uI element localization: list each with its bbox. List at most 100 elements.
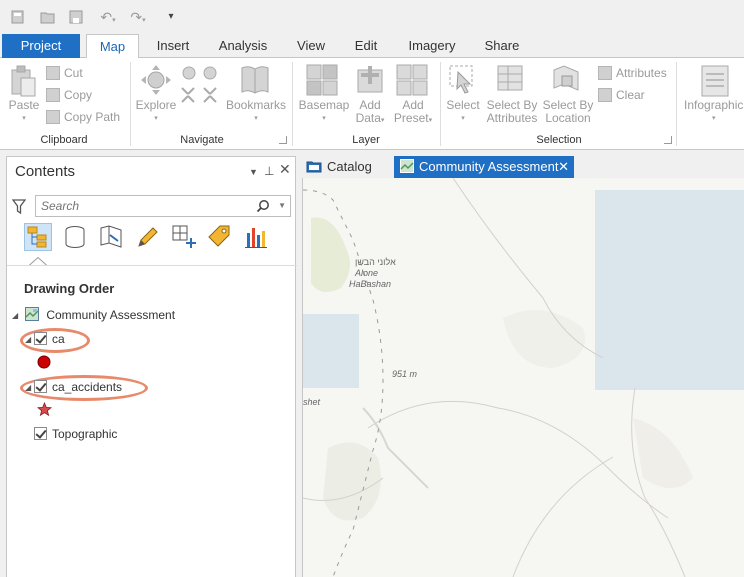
search-input[interactable] [36,196,236,216]
pane-options-icon[interactable]: ▼ [249,167,258,177]
infographics-button[interactable]: Infographic ▾ [684,99,744,125]
map-view[interactable]: אלוני הבשן Alone HaBashan 951 m shet [302,178,744,577]
tab-analysis[interactable]: Analysis [210,34,276,58]
tab-view[interactable]: View [286,34,336,58]
place-label: Alone [355,268,379,278]
layer-group-label: Layer [352,134,380,146]
map-tab-label: Community Assessment [419,159,559,174]
save-project-icon[interactable] [68,9,84,25]
basemap-button[interactable]: Basemap ▾ [296,99,352,125]
place-label: HaBashan [349,279,392,289]
clear-selection-button[interactable]: Clear [598,86,645,104]
select-by-attributes-icon [497,65,523,91]
new-project-icon[interactable] [10,9,26,25]
add-preset-icon [396,64,428,96]
red-circle-symbol-icon[interactable] [37,355,51,369]
layer-row-topographic[interactable]: Topographic [34,425,117,443]
layer-row-ca-accidents[interactable]: ca_accidents [34,378,122,396]
navigate-launcher-icon[interactable] [279,136,287,144]
layer-name: Topographic [52,427,118,441]
list-by-source-icon[interactable] [61,223,89,251]
visibility-checkbox[interactable] [34,380,47,393]
topographic-basemap [303,178,744,577]
list-by-drawing-order-icon[interactable] [24,223,52,251]
elevation-label: 951 m [392,369,418,379]
redo-icon[interactable]: ↷▾ [124,9,152,25]
selection-launcher-icon[interactable] [664,136,672,144]
list-by-selection-icon[interactable] [97,223,125,251]
cut-label: Cut [64,66,83,80]
attributes-label: Attributes [616,66,667,80]
pin-icon[interactable]: ⊥ [264,164,274,178]
tab-map[interactable]: Map [86,34,139,59]
close-icon[interactable]: ✕ [279,161,291,178]
add-data-label-2: Data [355,111,381,125]
place-label: shet [303,397,321,407]
tab-catalog[interactable]: Catalog [306,156,388,178]
explore-icon [141,65,171,95]
explore-label: Explore [135,98,177,112]
layer-name: ca_accidents [52,380,123,394]
zoom-tools-icon[interactable] [180,64,222,106]
contents-pane: Contents ▼ ⊥ ✕ ▼ Drawing Order ◢ Communi… [6,156,297,577]
collapse-map-icon[interactable]: ◢ [12,311,18,320]
tab-imagery[interactable]: Imagery [397,34,467,58]
scissors-icon [46,66,60,80]
select-by-location-button[interactable]: Select By Location [540,99,596,125]
group-separator [130,62,131,146]
search-box[interactable]: ▼ [35,195,291,217]
layer-name: ca [52,332,65,346]
map-name: Community Assessment [46,308,176,322]
visibility-checkbox[interactable] [34,332,47,345]
list-by-labeling-icon[interactable] [206,223,234,251]
basemap-label: Basemap [298,98,350,112]
select-by-location-label-1: Select By [542,98,594,112]
filter-icon[interactable] [12,199,26,215]
search-icon[interactable] [256,199,270,213]
map-view-icon [400,159,414,173]
ribbon-tabs: Project Map Insert Analysis View Edit Im… [0,34,744,59]
select-by-location-label-2: Location [545,111,591,125]
search-dropdown-icon[interactable]: ▼ [278,201,286,210]
bookmarks-label: Bookmarks [225,98,287,112]
copy-path-button[interactable]: Copy Path [46,108,120,126]
group-separator [440,62,441,146]
clear-selection-icon [598,88,612,102]
undo-icon[interactable]: ↶▾ [94,9,122,25]
add-data-icon [357,66,383,93]
list-by-editing-icon[interactable] [134,223,162,251]
map-node[interactable]: Community Assessment [25,306,175,324]
copy-button[interactable]: Copy [46,86,92,104]
explore-button[interactable]: Explore ▾ [134,99,178,125]
tab-insert[interactable]: Insert [146,34,200,58]
bookmarks-icon [241,66,269,94]
open-project-icon[interactable] [40,9,56,25]
tab-project[interactable]: Project [2,34,80,58]
layer-row-ca[interactable]: ca [34,330,65,348]
drawing-order-heading: Drawing Order [24,281,115,296]
tab-edit[interactable]: Edit [343,34,389,58]
bookmarks-button[interactable]: Bookmarks ▾ [224,99,288,125]
visibility-checkbox[interactable] [34,427,47,440]
attributes-button[interactable]: Attributes [598,64,667,82]
add-data-button[interactable]: Add Data▾ [350,99,390,127]
map-icon [25,307,39,321]
add-data-label-1: Add [359,98,381,112]
customize-icon[interactable]: ▾ [163,9,179,25]
catalog-icon [306,161,322,173]
select-by-attributes-button[interactable]: Select By Attributes [484,99,540,125]
collapse-layer-icon[interactable]: ◢ [25,335,31,344]
close-tab-icon[interactable]: ✕ [558,156,569,178]
list-by-charts-icon[interactable] [242,223,270,251]
paste-button[interactable]: Paste ▾ [6,99,42,125]
collapse-layer-icon[interactable]: ◢ [25,383,31,392]
cut-button[interactable]: Cut [46,64,83,82]
list-by-snapping-icon[interactable] [170,223,198,251]
add-preset-button[interactable]: Add Preset▾ [390,99,436,127]
tab-community-assessment[interactable]: Community Assessment ✕ [394,156,574,178]
infographics-icon [701,65,729,97]
view-tabs: Catalog Community Assessment ✕ [302,156,744,178]
tab-share[interactable]: Share [476,34,528,58]
red-star-symbol-icon[interactable] [37,402,52,417]
select-button[interactable]: Select ▾ [444,99,482,125]
